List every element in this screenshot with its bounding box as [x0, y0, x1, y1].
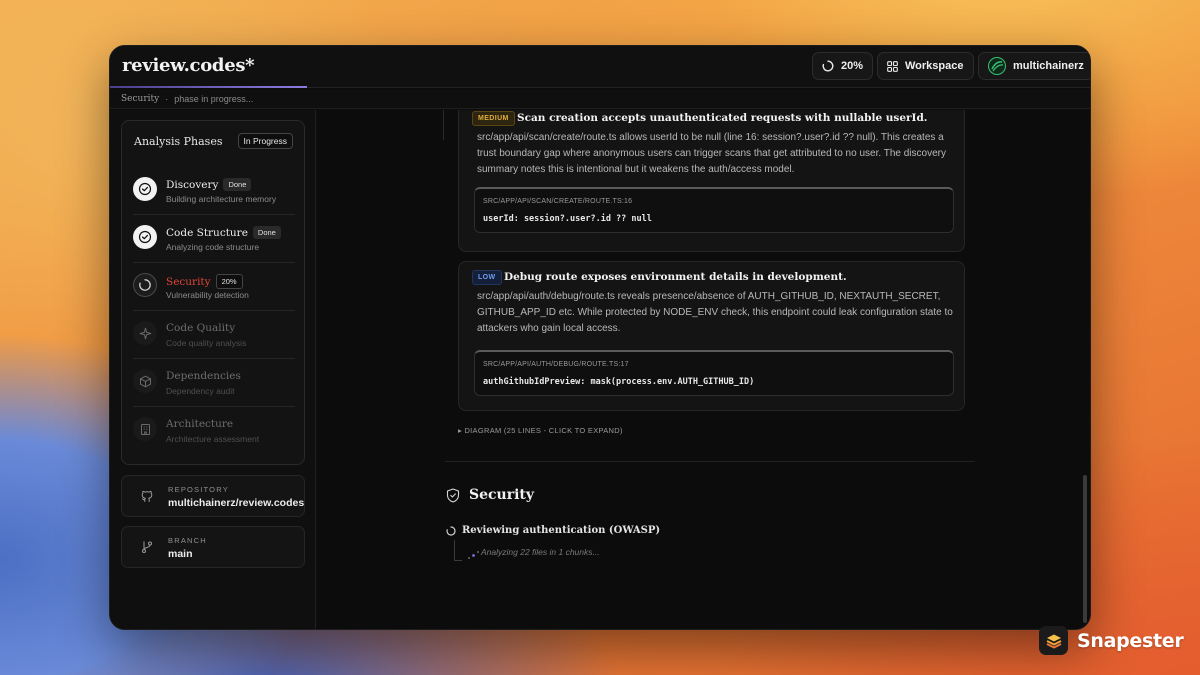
- branch-label: BRANCH: [168, 536, 207, 545]
- phase-discovery[interactable]: Discovery Done Building architecture memo…: [133, 167, 295, 215]
- breadcrumb-section[interactable]: Security: [121, 94, 159, 104]
- app-window: review.codes* 20% Workspace multichainer…: [109, 45, 1091, 630]
- analysis-phases-card: Analysis Phases In Progress Discovery Don…: [121, 120, 305, 465]
- finding-title: Scan creation accepts unauthenticated re…: [517, 112, 928, 124]
- phase-status-badge: Done: [252, 226, 281, 239]
- phase-name: Code Structure Done: [166, 226, 281, 239]
- package-icon: [133, 369, 157, 393]
- loading-dots-icon: [468, 551, 479, 559]
- security-section-header: Security: [446, 487, 534, 503]
- spinner-icon: [822, 60, 834, 72]
- phase-code-structure[interactable]: Code Structure Done Analyzing code struct…: [133, 215, 295, 263]
- app-title[interactable]: review.codes*: [122, 55, 255, 76]
- grid-icon: [887, 60, 898, 72]
- phase-status-badge: Done: [223, 178, 252, 191]
- snapester-wordmark: Snapester: [1077, 629, 1184, 652]
- top-bar: review.codes* 20% Workspace multichainer…: [110, 46, 1090, 88]
- code-line: authGithubIdPreview: mask(process.env.AU…: [483, 377, 755, 387]
- main-scrollbar[interactable]: [1083, 475, 1087, 623]
- progress-button[interactable]: 20%: [812, 52, 874, 80]
- title-progress-underline: [110, 86, 307, 88]
- phase-name: Architecture: [166, 418, 234, 430]
- user-name: multichainerz: [1013, 60, 1084, 72]
- phase-description: Analyzing code structure: [166, 242, 260, 252]
- finding-body: src/app/api/scan/create/route.ts allows …: [477, 132, 946, 176]
- phase-description: Code quality analysis: [166, 338, 247, 348]
- phase-description: Building architecture memory: [166, 194, 277, 204]
- severity-badge-low: LOW: [472, 270, 502, 285]
- breadcrumb-status: phase in progress...: [174, 93, 254, 104]
- phase-code-quality[interactable]: Code Quality Code quality analysis: [133, 311, 295, 359]
- spinner-icon: [446, 525, 456, 536]
- shield-icon: [446, 487, 460, 503]
- phase-name: Security 20%: [166, 274, 243, 289]
- building-icon: [133, 417, 157, 441]
- sparkle-icon: [133, 321, 157, 345]
- finding-body: src/app/api/auth/debug/route.ts reveals …: [477, 291, 953, 335]
- github-icon: [141, 490, 153, 502]
- repository-label: REPOSITORY: [168, 485, 229, 494]
- workspace-label: Workspace: [905, 60, 964, 72]
- repository-card[interactable]: REPOSITORY multichainerz/review.codes: [121, 475, 305, 517]
- breadcrumb: Security · phase in progress...: [110, 89, 1090, 109]
- user-menu-button[interactable]: multichainerz: [978, 52, 1090, 80]
- severity-badge-medium: MEDIUM: [472, 111, 515, 126]
- code-snippet: SRC/APP/API/SCAN/CREATE/ROUTE.TS:16 user…: [474, 187, 954, 233]
- phase-architecture[interactable]: Architecture Architecture assessment: [133, 407, 295, 455]
- phase-progress-badge: 20%: [215, 274, 243, 289]
- git-branch-icon: [142, 541, 152, 553]
- progress-label: 20%: [841, 60, 864, 72]
- task-substatus: Analyzing 22 files in 1 chunks...: [481, 547, 600, 557]
- current-task: Reviewing authentication (OWASP): [446, 525, 660, 536]
- findings-rail: [443, 110, 444, 140]
- phase-description: Architecture assessment: [166, 434, 260, 444]
- spinner-icon: [133, 273, 157, 297]
- phase-dependencies[interactable]: Dependencies Dependency audit: [133, 359, 295, 407]
- code-line: userId: session?.user?.id ?? null: [483, 214, 652, 224]
- phase-name: Dependencies: [166, 370, 241, 382]
- code-file-path: SRC/APP/API/SCAN/CREATE/ROUTE.TS:16: [483, 198, 633, 205]
- phase-name: Discovery Done: [166, 178, 252, 191]
- workspace-button[interactable]: Workspace: [877, 52, 974, 80]
- diagram-expand-toggle[interactable]: ▸ DIAGRAM (25 LINES - CLICK TO EXPAND): [458, 426, 623, 435]
- current-task-label: Reviewing authentication (OWASP): [462, 525, 661, 536]
- check-circle-icon: [133, 177, 157, 201]
- section-divider: [445, 461, 975, 462]
- branch-card[interactable]: BRANCH main: [121, 526, 305, 568]
- phase-description: Vulnerability detection: [166, 290, 249, 300]
- branch-value: main: [168, 548, 193, 560]
- phases-title: Analysis Phases: [134, 135, 223, 148]
- snapester-watermark: Snapester: [1039, 626, 1184, 655]
- snapester-logo-icon: [1039, 626, 1068, 655]
- check-circle-icon: [133, 225, 157, 249]
- phase-name: Code Quality: [166, 322, 236, 334]
- breadcrumb-separator: ·: [165, 93, 169, 104]
- main-content: MEDIUM Scan creation accepts unauthentic…: [317, 110, 1090, 629]
- code-snippet: SRC/APP/API/AUTH/DEBUG/ROUTE.TS:17 authG…: [474, 350, 954, 396]
- finding-title: Debug route exposes environment details …: [504, 271, 847, 283]
- code-file-path: SRC/APP/API/AUTH/DEBUG/ROUTE.TS:17: [483, 361, 629, 368]
- finding-card-low: LOW Debug route exposes environment deta…: [458, 261, 965, 411]
- repository-value: multichainerz/review.codes: [168, 497, 305, 509]
- phase-description: Dependency audit: [166, 386, 235, 396]
- finding-card-medium: MEDIUM Scan creation accepts unauthentic…: [458, 110, 965, 252]
- user-avatar-icon: [988, 57, 1006, 75]
- phase-security[interactable]: Security 20% Vulnerability detection: [133, 263, 295, 311]
- task-tree-connector: [454, 540, 462, 561]
- sidebar: Analysis Phases In Progress Discovery Don…: [110, 110, 316, 629]
- phases-status-badge: In Progress: [237, 133, 293, 149]
- security-section-title: Security: [469, 487, 535, 503]
